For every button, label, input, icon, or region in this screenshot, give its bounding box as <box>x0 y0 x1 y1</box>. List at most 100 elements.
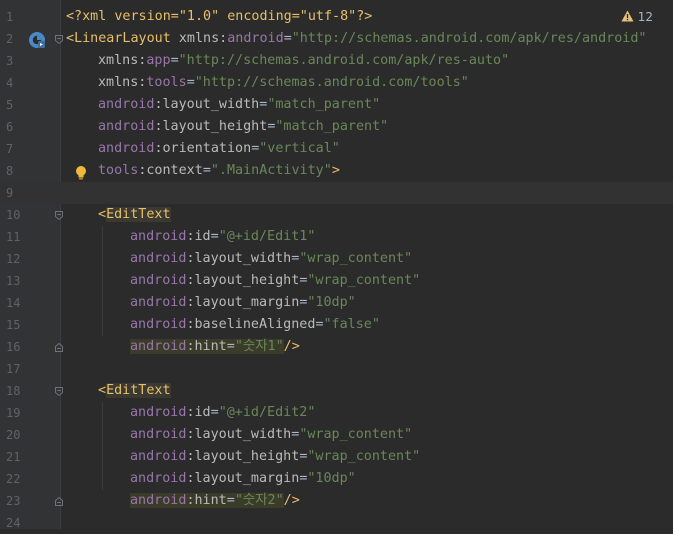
code-line[interactable]: 18 <EditText <box>0 380 673 402</box>
line-number: 9 <box>6 186 14 200</box>
code-token: = <box>315 317 324 332</box>
code-token: "숫자1" <box>234 339 284 354</box>
line-number: 14 <box>6 296 21 310</box>
code-text: android:layout_width="match_parent" <box>98 94 380 116</box>
code-line[interactable]: 10 <EditText <box>0 204 673 226</box>
code-token: "false" <box>323 317 380 332</box>
code-token: = <box>202 163 211 178</box>
line-number: 20 <box>6 428 21 442</box>
activity-layout-icon[interactable] <box>28 31 46 49</box>
code-token: /> <box>283 339 300 354</box>
line-number: 7 <box>6 142 14 156</box>
code-token: = <box>210 405 219 420</box>
code-line[interactable]: 7 android:orientation="vertical" <box>0 138 673 160</box>
code-token: android <box>130 229 187 244</box>
code-token: android <box>98 141 155 156</box>
code-line[interactable]: 5 android:layout_width="match_parent" <box>0 94 673 116</box>
code-token: "http://schemas.android.com/apk/res-auto… <box>178 53 510 68</box>
code-token: android <box>130 251 187 266</box>
code-token: android <box>130 493 187 508</box>
line-number: 5 <box>6 98 14 112</box>
code-token: = <box>186 75 195 90</box>
code-token: android <box>130 427 187 442</box>
code-text: xmlns:app="http://schemas.android.com/ap… <box>98 50 509 72</box>
code-token: android <box>98 97 155 112</box>
code-line[interactable]: 21 android:layout_height="wrap_content" <box>0 446 673 468</box>
code-line[interactable]: 9 <box>0 182 673 204</box>
code-line[interactable]: 6 android:layout_height="match_parent" <box>0 116 673 138</box>
code-token: :hint <box>186 493 227 508</box>
code-token: :baselineAligned <box>186 317 316 332</box>
line-number: 1 <box>6 10 14 24</box>
code-line[interactable]: 13 android:layout_height="wrap_content" <box>0 270 673 292</box>
code-text: xmlns:tools="http://schemas.android.com/… <box>98 72 469 94</box>
line-number: 6 <box>6 120 14 134</box>
code-line[interactable]: 17 <box>0 358 673 380</box>
code-token: :hint <box>186 339 227 354</box>
fold-marker-icon[interactable] <box>55 497 63 506</box>
code-text: tools:context=".MainActivity"> <box>98 160 340 182</box>
line-number: 8 <box>6 164 14 178</box>
code-token: "wrap_content" <box>299 251 413 266</box>
code-line[interactable]: 12 android:layout_width="wrap_content" <box>0 248 673 270</box>
code-line[interactable]: 8 tools:context=".MainActivity"> <box>0 160 673 182</box>
code-token: :id <box>186 405 211 420</box>
code-token: "wrap_content" <box>307 273 421 288</box>
code-token: EditText <box>106 383 171 398</box>
code-line[interactable]: 22 android:layout_margin="10dp" <box>0 468 673 490</box>
fold-marker-icon[interactable] <box>55 211 63 220</box>
code-line[interactable]: 23 android:hint="숫자2"/> <box>0 490 673 512</box>
code-line[interactable]: 14 android:layout_margin="10dp" <box>0 292 673 314</box>
code-text: android:layout_height="match_parent" <box>98 116 388 138</box>
code-token: :layout_height <box>154 119 268 134</box>
code-token: :layout_height <box>186 449 300 464</box>
code-line[interactable]: 19 android:id="@+id/Edit2" <box>0 402 673 424</box>
code-line[interactable]: 11 android:id="@+id/Edit1" <box>0 226 673 248</box>
line-number: 15 <box>6 318 21 332</box>
code-token: :layout_width <box>154 97 260 112</box>
code-token: app <box>146 53 171 68</box>
line-number: 17 <box>6 362 21 376</box>
fold-marker-icon[interactable] <box>55 35 63 44</box>
code-token: xmlns: <box>170 31 228 46</box>
lightbulb-icon[interactable] <box>74 165 88 181</box>
line-number: 13 <box>6 274 21 288</box>
code-editor[interactable]: 1 <?xml version="1.0" encoding="utf-8"?> 2… <box>0 0 673 530</box>
line-number: 19 <box>6 406 21 420</box>
code-line[interactable]: 1 <?xml version="1.0" encoding="utf-8"?> <box>0 6 673 28</box>
code-text: <EditText <box>98 204 171 226</box>
line-number: 23 <box>6 494 21 508</box>
code-token: = <box>226 493 235 508</box>
code-token: "http://schemas.android.com/apk/res/andr… <box>291 31 647 46</box>
line-number: 12 <box>6 252 21 266</box>
code-token: tools <box>98 163 139 178</box>
code-token: tools <box>146 75 187 90</box>
code-line[interactable]: 3 xmlns:app="http://schemas.android.com/a… <box>0 50 673 72</box>
code-token: ".MainActivity" <box>210 163 332 178</box>
line-number: 21 <box>6 450 21 464</box>
code-token: xmlns: <box>98 75 147 90</box>
code-text: <?xml version="1.0" encoding="utf-8"?> <box>66 6 372 28</box>
code-line[interactable]: 20 android:layout_width="wrap_content" <box>0 424 673 446</box>
fold-marker-icon[interactable] <box>55 343 63 352</box>
code-text: android:layout_height="wrap_content" <box>130 270 420 292</box>
code-token: "http://schemas.android.com/tools" <box>194 75 469 90</box>
line-number: 11 <box>6 230 21 244</box>
code-token: "wrap_content" <box>307 449 421 464</box>
code-line[interactable]: 2 <LinearLayout xmlns:android="http://sch… <box>0 28 673 50</box>
code-token: :context <box>138 163 203 178</box>
code-line[interactable]: 16 android:hint="숫자1"/> <box>0 336 673 358</box>
code-line[interactable]: 24 <box>0 512 673 534</box>
code-token: :layout_height <box>186 273 300 288</box>
code-line[interactable]: 4 xmlns:tools="http://schemas.android.com… <box>0 72 673 94</box>
fold-marker-icon[interactable] <box>55 387 63 396</box>
line-number: 16 <box>6 340 21 354</box>
code-token: "wrap_content" <box>299 427 413 442</box>
code-text: android:baselineAligned="false" <box>130 314 380 336</box>
code-token: "match_parent" <box>267 97 381 112</box>
code-token: android <box>130 317 187 332</box>
code-line[interactable]: 15 android:baselineAligned="false" <box>0 314 673 336</box>
inspection-warnings-badge[interactable]: 12 <box>621 8 653 26</box>
code-token: "@+id/Edit1" <box>218 229 316 244</box>
code-text: android:orientation="vertical" <box>98 138 340 160</box>
